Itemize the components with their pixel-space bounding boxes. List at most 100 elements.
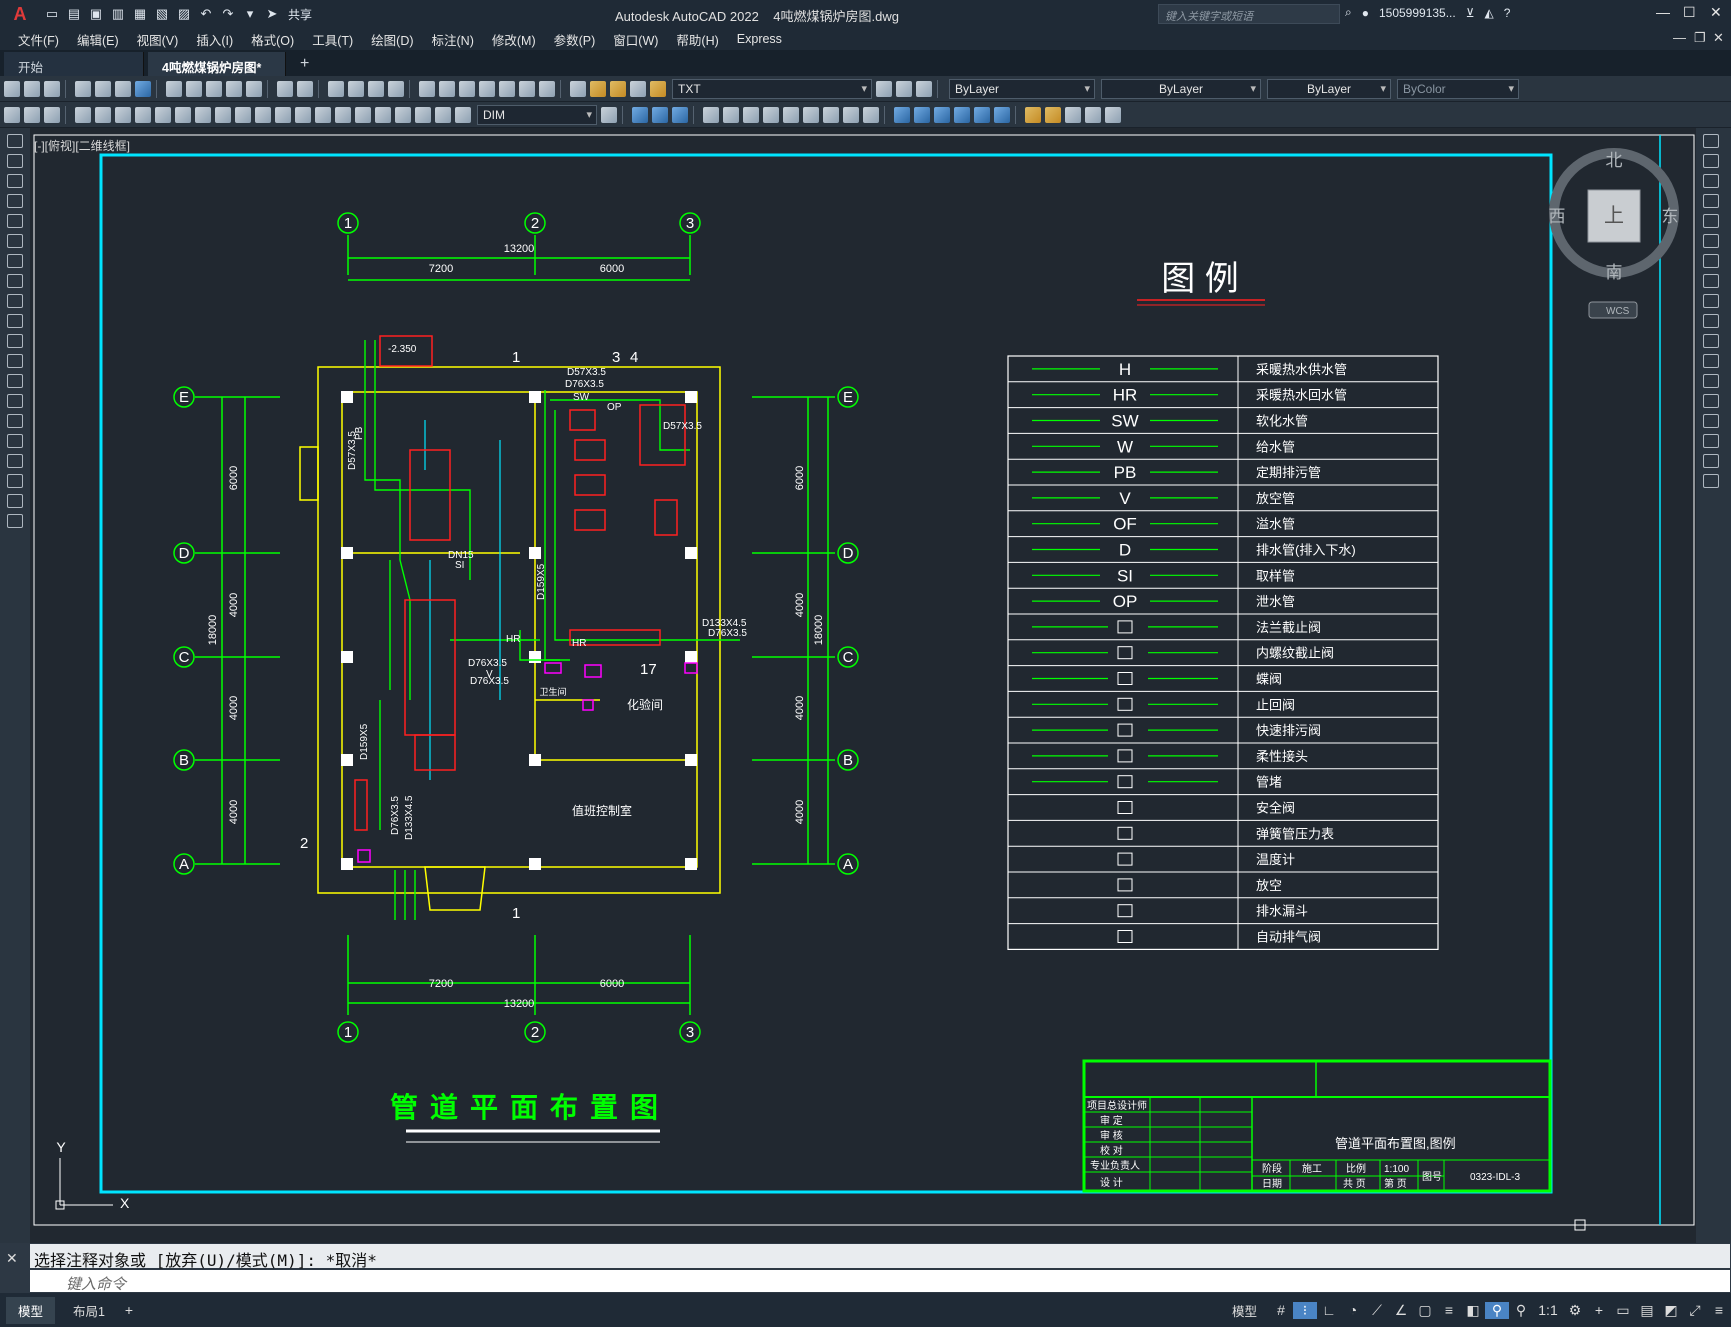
isodraft-icon[interactable]: ⟋ (1365, 1302, 1389, 1319)
snap-mode-icon[interactable]: ⁝ (1293, 1301, 1317, 1319)
command-close-icon[interactable]: ✕ (6, 1250, 18, 1267)
menu-parametric[interactable]: 参数(P) (554, 30, 596, 49)
workspace-gear-icon[interactable]: ⚙ (1563, 1302, 1587, 1319)
preview-icon[interactable] (95, 80, 111, 97)
redo-tool-icon[interactable] (297, 80, 313, 97)
ucs-zaxis-icon[interactable] (783, 106, 799, 123)
tab-model[interactable]: 模型 (6, 1296, 56, 1324)
layer-previous-icon[interactable] (896, 80, 912, 97)
doc-close-icon[interactable]: ✕ (1713, 30, 1724, 46)
tab-start[interactable]: 开始 (4, 52, 144, 76)
add-selected-icon[interactable] (7, 514, 23, 528)
layer-freeze-icon[interactable] (610, 80, 626, 97)
ucs-z-icon[interactable] (863, 106, 879, 123)
dim-aligned-icon[interactable] (95, 106, 111, 123)
break-point-icon[interactable] (1703, 354, 1719, 368)
sheet-set-icon[interactable] (479, 80, 495, 97)
copy-object-icon[interactable] (1703, 154, 1719, 168)
zoom-previous-icon[interactable] (388, 80, 404, 97)
jogged-linear-icon[interactable] (395, 106, 411, 123)
menu-file[interactable]: 文件(F) (18, 30, 59, 49)
rotate-icon[interactable] (1703, 254, 1719, 268)
stretch-icon[interactable] (1703, 294, 1719, 308)
help-tool-icon[interactable] (539, 80, 555, 97)
view-top-icon[interactable] (894, 106, 910, 123)
customize-toolbar-icon[interactable]: ▾ (242, 6, 258, 22)
dim-break-icon[interactable] (315, 106, 331, 123)
ucs-view-icon[interactable] (743, 106, 759, 123)
annotation-visibility-icon[interactable]: ⚲ (1485, 1301, 1509, 1319)
qnew-icon[interactable] (4, 80, 20, 97)
break-icon[interactable] (1703, 374, 1719, 388)
scale-icon[interactable] (1703, 274, 1719, 288)
menu-view[interactable]: 视图(V) (137, 30, 179, 49)
open-file-icon[interactable]: ▤ (66, 6, 82, 22)
menu-express[interactable]: Express (737, 32, 782, 46)
share-button[interactable]: 共享 (288, 6, 312, 23)
erase-icon[interactable] (1703, 134, 1719, 148)
user-icon[interactable]: ● (1362, 6, 1369, 20)
help-icon[interactable]: ? (1504, 6, 1511, 20)
auto-scale-icon[interactable]: ⚲ (1509, 1302, 1533, 1319)
units-icon[interactable]: ▭ (1611, 1302, 1635, 1319)
layer-props-icon[interactable] (570, 80, 586, 97)
tool-b-icon[interactable] (24, 106, 40, 123)
undo-icon[interactable]: ↶ (198, 6, 214, 22)
block-editor-icon[interactable] (246, 80, 262, 97)
array-icon[interactable] (1703, 214, 1719, 228)
tab-drawing[interactable]: 4吨燃煤锅炉房图* (148, 52, 286, 76)
search-icon[interactable]: ⌕ (1345, 5, 1352, 20)
menu-format[interactable]: 格式(O) (251, 30, 294, 49)
maximize-icon[interactable]: ☐ (1683, 4, 1696, 21)
move-icon[interactable] (1703, 234, 1719, 248)
ucs-3point-icon[interactable] (803, 106, 819, 123)
menu-modify[interactable]: 修改(M) (492, 30, 536, 49)
share-icon[interactable]: ➤ (264, 6, 280, 22)
tool-c-icon[interactable] (44, 106, 60, 123)
layer-lock-icon[interactable] (650, 80, 666, 97)
fillet-icon[interactable] (1703, 434, 1719, 448)
cut-icon[interactable] (166, 80, 182, 97)
transparency-icon[interactable]: ◧ (1461, 1302, 1485, 1319)
plotstyle-dropdown[interactable]: ByColor (1397, 78, 1519, 99)
graphics-perf-icon[interactable]: ◩ (1659, 1302, 1683, 1319)
polyline-icon[interactable] (7, 174, 23, 188)
object-snap-tracking-icon[interactable]: ∠ (1389, 1302, 1413, 1319)
grid-display-icon[interactable]: # (1269, 1302, 1293, 1318)
extend-icon[interactable] (1703, 334, 1719, 348)
ucs-x-icon[interactable] (823, 106, 839, 123)
compass-south[interactable]: 南 (1606, 263, 1623, 282)
dimstyle-dropdown[interactable]: DIM (477, 104, 597, 125)
menu-draw[interactable]: 绘图(D) (371, 30, 413, 49)
minimize-icon[interactable]: — (1656, 4, 1670, 20)
zoom-window-icon[interactable] (368, 80, 384, 97)
dim-text-edit-icon[interactable] (435, 106, 451, 123)
insert-block-icon[interactable] (7, 354, 23, 368)
save-icon[interactable]: ▣ (88, 6, 104, 22)
make-block-icon[interactable] (7, 374, 23, 388)
dim-jogged-icon[interactable] (175, 106, 191, 123)
search-input[interactable]: 键入关键字或短语 (1158, 4, 1340, 24)
quick-properties-icon[interactable]: ▤ (1635, 1302, 1659, 1319)
autocad-logo[interactable]: A (0, 0, 40, 28)
ucs-world-icon[interactable] (652, 106, 668, 123)
menu-insert[interactable]: 插入(I) (196, 30, 233, 49)
point-icon[interactable] (7, 394, 23, 408)
tool-palettes-icon[interactable] (459, 80, 475, 97)
color-dropdown[interactable]: ByLayer (949, 78, 1095, 99)
annotation-scale[interactable]: 1:1 (1533, 1302, 1563, 1318)
circle-icon[interactable] (7, 254, 23, 268)
ucs-object-icon[interactable] (723, 106, 739, 123)
view-cube-top-label[interactable]: 上 (1604, 204, 1624, 227)
tab-layout1[interactable]: 布局1 (61, 1297, 117, 1324)
dim-arc-icon[interactable] (115, 106, 131, 123)
dim-edit-icon[interactable] (415, 106, 431, 123)
menu-window[interactable]: 窗口(W) (613, 30, 658, 49)
customization-icon[interactable]: ≡ (1707, 1302, 1731, 1318)
drawing-svg[interactable]: 1 2 3 1 2 3 E D C B A E D C B A 13200 72… (30, 128, 1696, 1243)
view-back-icon[interactable] (994, 106, 1010, 123)
arc-icon[interactable] (7, 234, 23, 248)
menu-tools[interactable]: 工具(T) (312, 30, 353, 49)
make-current-icon[interactable] (876, 80, 892, 97)
blend-icon[interactable] (1703, 454, 1719, 468)
